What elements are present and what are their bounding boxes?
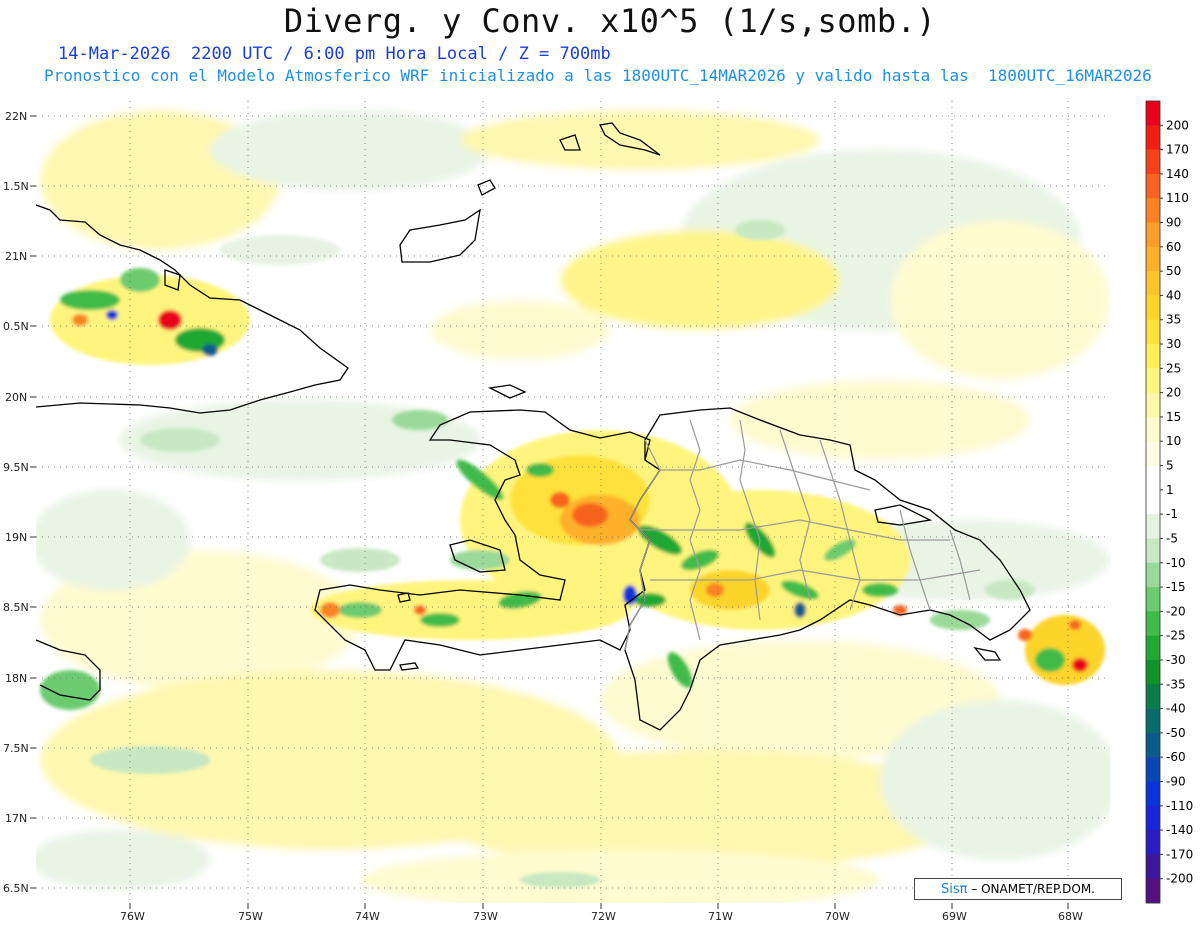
- colorbar-label: 140: [1166, 167, 1189, 181]
- colorbar-label: 30: [1166, 337, 1181, 351]
- lat-label: 6.5N: [3, 882, 29, 895]
- colorbar-swatch: [1146, 708, 1160, 734]
- lon-label: 71W: [708, 910, 733, 923]
- colorbar-label: 10: [1166, 434, 1181, 448]
- colorbar-label: -35: [1166, 677, 1186, 691]
- map-canvas: 22N 1.5N 21N 0.5N 20N 9.5N 19N 8.5N 18N …: [3, 100, 1193, 923]
- colorbar-label: 15: [1166, 410, 1181, 424]
- lon-label: 69W: [942, 910, 967, 923]
- colorbar-swatch: [1146, 222, 1160, 248]
- lat-label: 1.5N: [3, 180, 29, 193]
- colorbar-label: 35: [1166, 313, 1181, 327]
- colorbar-label: -200: [1166, 872, 1193, 886]
- credit-text: – ONAMET/REP.DOM.: [971, 882, 1095, 896]
- colorbar-swatch: [1146, 368, 1160, 393]
- latitude-labels: 22N 1.5N 21N 0.5N 20N 9.5N 19N 8.5N 18N …: [3, 110, 29, 895]
- credit-box: Sisπ – ONAMET/REP.DOM.: [914, 878, 1122, 900]
- colorbar-label: -30: [1166, 653, 1186, 667]
- colorbar-swatch: [1146, 587, 1160, 612]
- lon-label: 76W: [120, 910, 145, 923]
- lon-label: 74W: [355, 910, 380, 923]
- colorbar-label: -5: [1166, 531, 1178, 545]
- colorbar-swatch: [1146, 441, 1160, 466]
- colorbar-label: -50: [1166, 726, 1186, 740]
- lat-label: 21N: [5, 250, 27, 263]
- colorbar-label: 110: [1166, 191, 1189, 205]
- colorbar-label: 40: [1166, 288, 1181, 302]
- colorbar-swatch: [1146, 854, 1160, 879]
- colorbar-swatch: [1146, 684, 1160, 709]
- colorbar-swatch: [1146, 246, 1160, 272]
- colorbar-label: 200: [1166, 118, 1189, 132]
- colorbar-swatch: [1146, 781, 1160, 807]
- colorbar-label: 20: [1166, 386, 1181, 400]
- colorbar-swatch: [1146, 344, 1160, 369]
- colorbar-swatch: [1146, 271, 1160, 296]
- colorbar-swatch: [1146, 878, 1160, 904]
- lat-label: 0.5N: [3, 320, 29, 333]
- colorbar-swatch: [1146, 416, 1160, 442]
- colorbar-swatch: [1146, 392, 1160, 418]
- colorbar-label: -110: [1166, 799, 1193, 813]
- colorbar-label: 90: [1166, 216, 1181, 230]
- colorbar-swatch: [1146, 538, 1160, 564]
- colorbar-label: -60: [1166, 750, 1186, 764]
- lat-label: 7.5N: [3, 742, 29, 755]
- colorbar-swatch: [1146, 514, 1160, 539]
- colorbar-label: -140: [1166, 823, 1193, 837]
- colorbar-label: -40: [1166, 702, 1186, 716]
- colorbar-swatch: [1146, 198, 1160, 223]
- lat-label: 9.5N: [3, 461, 29, 474]
- lat-label: 18N: [5, 672, 27, 685]
- lat-label: 22N: [5, 110, 27, 123]
- colorbar-swatch: [1146, 562, 1160, 588]
- colorbar: 200 170 140 110 90 60 50 40 35 30 25 20 15 10 5 1 -1 -5 -1…: [1145, 100, 1193, 904]
- longitude-labels: 76W 75W 74W 73W 72W 71W 70W 69W 68W: [120, 910, 1083, 923]
- colorbar-label: 5: [1166, 459, 1174, 473]
- field-shading: [36, 101, 1110, 903]
- lat-label: 20N: [5, 391, 27, 404]
- colorbar-label: 170: [1166, 143, 1189, 157]
- lat-label: 17N: [5, 812, 27, 825]
- colorbar-label: -170: [1166, 847, 1193, 861]
- sispi-logo: Sisπ: [940, 882, 968, 897]
- colorbar-label: 60: [1166, 240, 1181, 254]
- colorbar-swatch: [1146, 173, 1160, 199]
- colorbar-swatch: [1146, 125, 1160, 150]
- colorbar-label: -1: [1166, 507, 1178, 521]
- colorbar-swatch: [1146, 295, 1160, 321]
- colorbar-label: -20: [1166, 604, 1186, 618]
- lat-label: 8.5N: [3, 601, 29, 614]
- colorbar-label: -10: [1166, 556, 1186, 570]
- lon-label: 73W: [473, 910, 498, 923]
- colorbar-swatch: [1146, 732, 1160, 758]
- lon-label: 68W: [1058, 910, 1083, 923]
- colorbar-swatch: [1146, 830, 1160, 855]
- colorbar-label: 25: [1166, 361, 1181, 375]
- colorbar-swatch: [1146, 489, 1160, 515]
- colorbar-label: 1: [1166, 483, 1174, 497]
- colorbar-swatch: [1146, 805, 1160, 831]
- colorbar-swatch: [1146, 101, 1160, 126]
- colorbar-label: 50: [1166, 264, 1181, 278]
- lon-label: 70W: [825, 910, 850, 923]
- lon-label: 72W: [591, 910, 616, 923]
- lat-label: 19N: [5, 531, 27, 544]
- colorbar-swatch: [1146, 635, 1160, 661]
- colorbar-swatch: [1146, 465, 1160, 491]
- colorbar-label: -15: [1166, 580, 1186, 594]
- colorbar-swatch: [1146, 659, 1160, 685]
- colorbar-swatch: [1146, 149, 1160, 175]
- colorbar-swatch: [1146, 611, 1160, 636]
- colorbar-label: -90: [1166, 774, 1186, 788]
- colorbar-label: -25: [1166, 629, 1186, 643]
- colorbar-swatch: [1146, 757, 1160, 782]
- lon-label: 75W: [238, 910, 263, 923]
- colorbar-swatch: [1146, 319, 1160, 345]
